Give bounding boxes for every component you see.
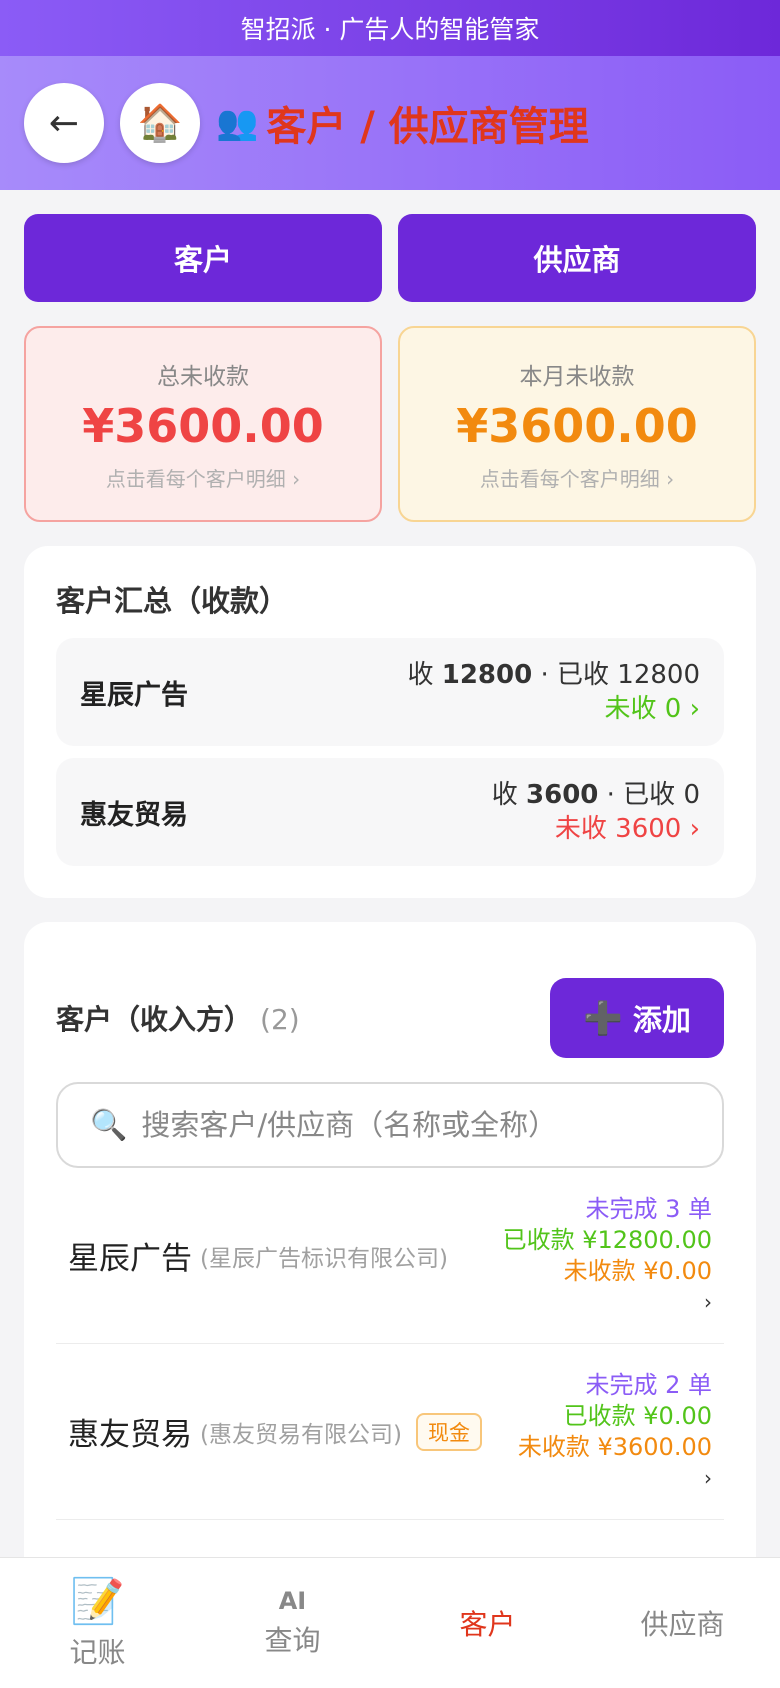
people-icon: 👥 xyxy=(216,103,259,143)
unpaid-amount: 未收款 ¥3600.00 xyxy=(517,1432,712,1461)
customer-row[interactable]: 惠友贸易 (惠友贸易有限公司) 现金 未完成 2 单 已收款 ¥0.00 未收款… xyxy=(56,1344,724,1520)
plus-icon: ➕ xyxy=(583,999,623,1037)
receivable-label: 收 xyxy=(407,660,434,690)
nav-label: 供应商 xyxy=(640,1608,725,1641)
customer-list-panel: 客户（收入方）(2) ➕ 添加 🔍 星辰广告 (星辰广告标识有限公司) 未完成 … xyxy=(24,922,756,1622)
chevron-right-icon: › xyxy=(704,1289,712,1314)
total-unpaid-hint: 点击看每个客户明细 › xyxy=(105,466,301,491)
customer-list-title: 客户（收入方） (2) xyxy=(56,998,300,1038)
received-amount: 已收款 ¥12800.00 xyxy=(502,1225,712,1254)
pending-orders: 未完成 3 单 xyxy=(585,1194,712,1223)
type-toggle: 客户 供应商 xyxy=(0,190,780,302)
receivable-label: 收 xyxy=(491,780,518,810)
bottom-nav: 📝 记账 AI 查询 客户 供应商 xyxy=(0,1557,780,1688)
total-unpaid-card[interactable]: 总未收款 ¥3600.00 点击看每个客户明细 › xyxy=(24,326,382,522)
header: ← 🏠 👥 客户 / 供应商管理 xyxy=(0,56,780,190)
nav-item-suppliers[interactable]: 供应商 xyxy=(585,1603,780,1643)
nav-label: 查询 xyxy=(264,1624,321,1657)
summary-item-name: 惠友贸易 xyxy=(80,799,188,831)
home-button[interactable]: 🏠 xyxy=(120,83,200,163)
memo-icon: 📝 xyxy=(70,1576,125,1627)
month-unpaid-label: 本月未收款 xyxy=(519,363,635,390)
summary-item-figures: 收 12800 · 已收 12800 未收 0 › xyxy=(407,658,700,726)
payment-type-badge: 现金 xyxy=(415,1412,482,1451)
receivable-value: 12800 xyxy=(441,660,533,690)
unpaid-amount: 未收款 ¥0.00 xyxy=(563,1256,712,1285)
month-unpaid-card[interactable]: 本月未收款 ¥3600.00 点击看每个客户明细 › xyxy=(398,326,756,522)
customer-identity: 惠友贸易 (惠友贸易有限公司) 现金 xyxy=(68,1409,482,1454)
received-value: · 已收 12800 xyxy=(540,660,700,690)
customer-full-name: (星辰广告标识有限公司) xyxy=(200,1245,448,1272)
customer-stats: 未完成 3 单 已收款 ¥12800.00 未收款 ¥0.00 › xyxy=(503,1194,712,1318)
received-value: · 已收 0 xyxy=(606,780,700,810)
summary-item[interactable]: 星辰广告 收 12800 · 已收 12800 未收 0 › xyxy=(56,638,724,746)
nav-item-customers[interactable]: 客户 xyxy=(390,1603,585,1643)
customer-full-name: (惠友贸易有限公司) xyxy=(200,1421,402,1448)
back-arrow-icon: ← xyxy=(48,102,80,144)
summary-item-name: 星辰广告 xyxy=(80,679,188,711)
customer-count: (2) xyxy=(260,1003,300,1036)
customer-row[interactable]: 星辰广告 (星辰广告标识有限公司) 未完成 3 单 已收款 ¥12800.00 … xyxy=(56,1168,724,1344)
received-amount: 已收款 ¥0.00 xyxy=(563,1401,712,1430)
pending-orders: 未完成 2 单 xyxy=(585,1370,712,1399)
customer-identity: 星辰广告 (星辰广告标识有限公司) xyxy=(68,1233,448,1278)
page-title: 客户 / 供应商管理 xyxy=(266,104,589,150)
nav-label: 记账 xyxy=(69,1636,126,1669)
customer-stats: 未完成 2 单 已收款 ¥0.00 未收款 ¥3600.00 › xyxy=(518,1370,712,1494)
month-unpaid-hint: 点击看每个客户明细 › xyxy=(479,466,675,491)
add-customer-button[interactable]: ➕ 添加 xyxy=(550,978,724,1058)
summary-item[interactable]: 惠友贸易 收 3600 · 已收 0 未收 3600 › xyxy=(56,758,724,866)
month-unpaid-amount: ¥3600.00 xyxy=(456,398,698,453)
customer-name: 星辰广告 xyxy=(68,1241,192,1277)
page: 智招派 · 广告人的智能管家 ← 🏠 👥 客户 / 供应商管理 客户 供应商 总… xyxy=(0,0,780,1688)
customer-summary-panel: 客户汇总（收款） 星辰广告 收 12800 · 已收 12800 未收 0 › … xyxy=(24,546,756,898)
customer-name: 惠友贸易 xyxy=(68,1417,192,1453)
app-banner: 智招派 · 广告人的智能管家 xyxy=(0,0,780,56)
total-unpaid-label: 总未收款 xyxy=(157,363,249,390)
customer-list-title-text: 客户（收入方） xyxy=(56,1003,253,1036)
customer-summary-title: 客户汇总（收款） xyxy=(56,584,289,618)
receivable-value: 3600 xyxy=(526,780,599,810)
tab-customer[interactable]: 客户 xyxy=(24,214,382,302)
customer-list-header: 客户（收入方） (2) ➕ 添加 xyxy=(56,978,724,1058)
search-box: 🔍 xyxy=(56,1082,724,1168)
nav-label: 客户 xyxy=(459,1608,516,1641)
nav-item-bookkeeping[interactable]: 📝 记账 xyxy=(0,1575,195,1671)
nav-item-query[interactable]: AI 查询 xyxy=(195,1587,390,1659)
chevron-right-icon: › xyxy=(704,1465,712,1490)
page-title-group: 👥 客户 / 供应商管理 xyxy=(216,94,589,152)
back-button[interactable]: ← xyxy=(24,83,104,163)
unpaid-value: 未收 3600 › xyxy=(554,814,700,844)
total-unpaid-amount: ¥3600.00 xyxy=(82,398,324,453)
summary-cards: 总未收款 ¥3600.00 点击看每个客户明细 › 本月未收款 ¥3600.00… xyxy=(0,302,780,522)
tab-supplier[interactable]: 供应商 xyxy=(398,214,756,302)
search-icon: 🔍 xyxy=(90,1107,128,1143)
home-icon: 🏠 xyxy=(137,103,183,144)
ai-icon: AI xyxy=(278,1587,307,1615)
summary-item-figures: 收 3600 · 已收 0 未收 3600 › xyxy=(492,778,700,846)
add-button-label: 添加 xyxy=(632,1003,691,1037)
search-input[interactable] xyxy=(141,1108,702,1142)
unpaid-value: 未收 0 › xyxy=(604,694,700,724)
